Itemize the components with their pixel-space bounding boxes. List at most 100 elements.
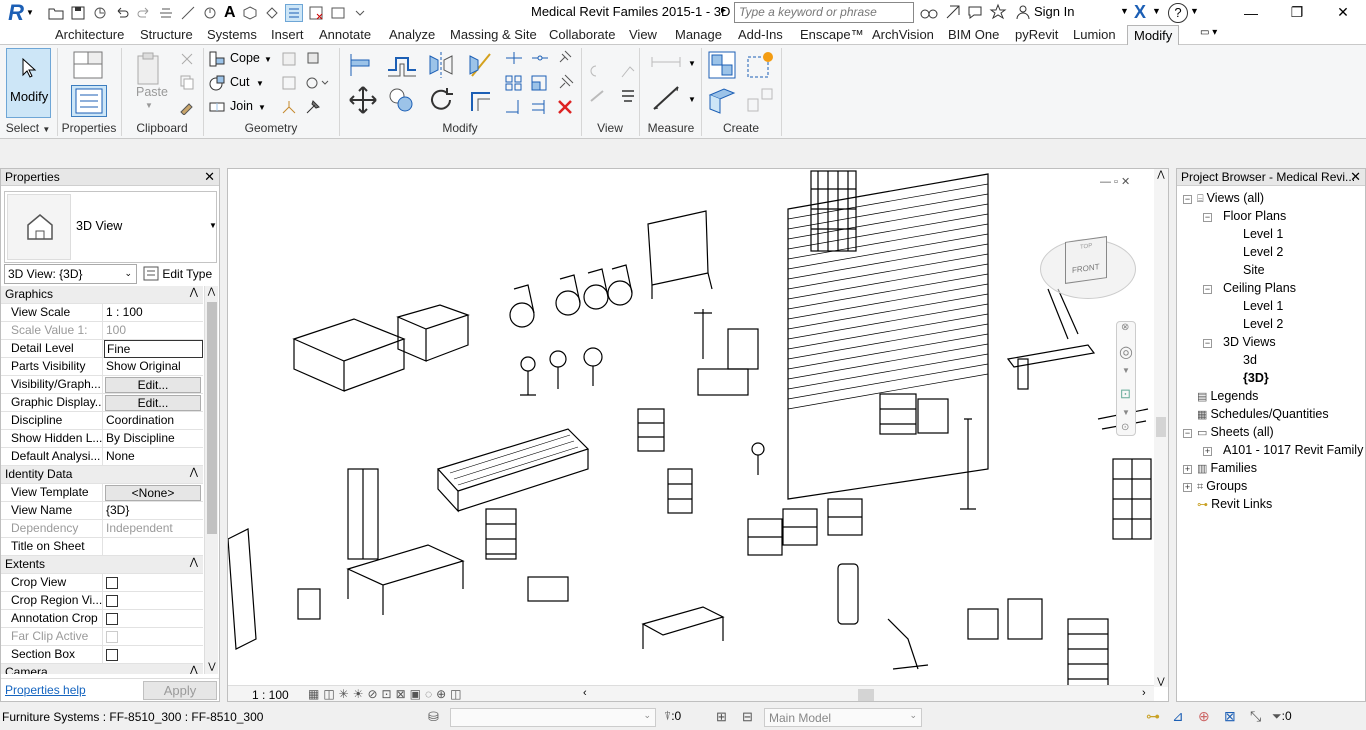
close-hidden-icon[interactable] <box>308 5 324 21</box>
scrollbar-thumb[interactable] <box>207 302 217 534</box>
collapse-toggle[interactable]: − <box>1183 429 1192 438</box>
tree-fp-level-1[interactable]: Level 1 <box>1243 227 1283 241</box>
properties-toggle-button[interactable] <box>71 85 107 117</box>
property-row[interactable]: Discipline Coordination <box>1 412 203 430</box>
chevron-right-icon[interactable]: ▸ <box>721 5 726 16</box>
viewcube[interactable]: FRONT TOP <box>1065 236 1107 284</box>
subscription-icon[interactable] <box>944 3 962 21</box>
aligned-dimension-icon[interactable] <box>648 53 684 71</box>
array-icon[interactable] <box>504 74 524 92</box>
edit-type-button[interactable]: Edit Type <box>143 264 217 284</box>
create-group-icon[interactable] <box>744 49 776 81</box>
linework-icon[interactable] <box>588 87 608 105</box>
tab-structure[interactable]: Structure <box>140 27 193 42</box>
join-geometry-icon[interactable] <box>208 98 226 116</box>
move-icon[interactable] <box>348 85 378 115</box>
restore-button[interactable]: ❐ <box>1274 0 1320 25</box>
selection-filter[interactable]: ⏷:0 <box>1272 709 1292 724</box>
uncut-geometry-icon[interactable] <box>304 74 330 92</box>
section-camera[interactable]: Camera ⋀ <box>1 664 203 674</box>
scroll-up-icon[interactable]: ⋀ <box>1154 169 1168 180</box>
scroll-up-icon[interactable]: ⋀ <box>205 286 218 297</box>
trim-extend-corner-icon[interactable] <box>466 85 496 115</box>
tab-manage[interactable]: Manage <box>675 27 722 42</box>
section-graphics[interactable]: Graphics ⋀ <box>1 286 203 304</box>
view-scale[interactable]: 1 : 100 <box>252 688 289 701</box>
align-icon[interactable] <box>347 50 377 80</box>
collapse-toggle[interactable]: − <box>1203 285 1212 294</box>
tab-annotate[interactable]: Annotate <box>319 27 371 42</box>
workset-dropdown[interactable]: ⌄ <box>450 708 656 727</box>
type-selector[interactable]: 3D View ▼ <box>4 191 217 263</box>
collapse-toggle[interactable]: − <box>1203 213 1212 222</box>
paste-icon[interactable] <box>134 52 164 88</box>
property-row[interactable]: Default Analysi... None <box>1 448 203 466</box>
copy-to-clipboard-icon[interactable] <box>178 73 196 91</box>
properties-help-link[interactable]: Properties help <box>5 683 86 697</box>
sync-icon[interactable] <box>92 5 108 21</box>
application-menu-button[interactable]: R ▼ <box>2 0 40 25</box>
property-row[interactable]: Detail Level Fine <box>1 340 203 358</box>
text-icon[interactable]: A <box>224 4 236 22</box>
open-icon[interactable] <box>48 5 64 21</box>
design-option-dropdown[interactable]: Main Model ⌄ <box>764 708 922 727</box>
chevron-down-icon[interactable]: ▼ <box>1152 6 1161 16</box>
close-icon[interactable]: ✕ <box>1350 169 1361 185</box>
3d-view-canvas[interactable]: — ▫ ✕ FRONT TOP ⊗ ◎ ▼ ⊡ ▼ ⊙ ⋀ ⋁ 1 : 100 … <box>227 168 1169 702</box>
chevron-down-icon[interactable]: ▼ <box>264 55 272 64</box>
view-window-controls[interactable]: — ▫ ✕ <box>1100 175 1130 188</box>
save-icon[interactable] <box>70 5 86 21</box>
redo-icon[interactable] <box>136 5 152 21</box>
view-control-icons[interactable]: ▦◫✳☀⊘⊡⊠▣◌⊕◫ <box>308 687 466 701</box>
minimize-button[interactable]: — <box>1228 0 1274 25</box>
property-row[interactable]: Crop Region Vi... <box>1 592 203 610</box>
exchange-apps-icon[interactable]: X <box>1134 2 1146 23</box>
section-icon[interactable] <box>264 5 280 21</box>
binoculars-icon[interactable] <box>920 3 938 21</box>
measure-icon[interactable] <box>180 5 196 21</box>
tree-3d-view-active[interactable]: {3D} <box>1243 371 1269 385</box>
expand-toggle[interactable]: + <box>1183 483 1192 492</box>
select-by-face-icon[interactable]: ⊠ <box>1224 708 1236 725</box>
tab-analyze[interactable]: Analyze <box>389 27 435 42</box>
view-template-button[interactable]: <None> <box>105 485 201 501</box>
tab-lumion[interactable]: Lumion <box>1073 27 1116 42</box>
property-row[interactable]: Parts Visibility Show Original <box>1 358 203 376</box>
print-icon[interactable] <box>158 5 174 21</box>
tab-add-ins[interactable]: Add-Ins <box>738 27 783 42</box>
thin-lines-icon[interactable] <box>284 4 303 22</box>
property-row[interactable]: Crop View <box>1 574 203 592</box>
chevron-down-icon[interactable]: ▼ <box>688 95 696 104</box>
chevron-down-icon[interactable]: ▼ <box>256 79 264 88</box>
override-graphics-icon[interactable] <box>618 63 638 81</box>
cut-label[interactable]: Cut <box>230 75 249 89</box>
unpin-icon[interactable] <box>556 50 574 66</box>
tab-enscape[interactable]: Enscape™ <box>800 27 864 42</box>
tab-collaborate[interactable]: Collaborate <box>549 27 616 42</box>
join-label[interactable]: Join <box>230 99 253 113</box>
modify-tool-button[interactable]: Modify <box>6 48 51 118</box>
tree-3d-views[interactable]: 3D Views <box>1223 335 1276 349</box>
viewcube-front-face[interactable]: FRONT <box>1072 262 1100 275</box>
create-similar-icon[interactable] <box>744 85 776 117</box>
match-type-icon[interactable] <box>178 97 196 115</box>
close-icon[interactable]: ✕ <box>204 169 215 185</box>
select-links-icon[interactable]: ⊶ <box>1146 708 1160 725</box>
tab-massing-site[interactable]: Massing & Site <box>450 27 537 42</box>
trim-extend-single-icon[interactable] <box>504 98 524 116</box>
cope-label[interactable]: Cope <box>230 51 260 65</box>
mirror-draw-axis-icon[interactable] <box>466 50 496 80</box>
design-options-icon[interactable]: ⊞ <box>716 709 727 725</box>
cope-icon[interactable] <box>208 50 226 68</box>
split-element-icon[interactable] <box>504 50 524 66</box>
tab-archvision[interactable]: ArchVision <box>872 27 934 42</box>
title-on-sheet-field[interactable] <box>104 538 203 556</box>
hscroll-left-icon[interactable]: ‹ <box>583 687 587 699</box>
crop-region-visible-checkbox[interactable] <box>106 595 118 607</box>
property-value[interactable]: By Discipline <box>104 430 203 448</box>
3d-view-icon[interactable] <box>242 5 258 21</box>
pin-icon[interactable] <box>556 74 574 92</box>
expand-toggle[interactable]: + <box>1203 447 1212 456</box>
help-icon[interactable]: ? <box>1168 3 1188 23</box>
tree-fp-site[interactable]: Site <box>1243 263 1265 277</box>
